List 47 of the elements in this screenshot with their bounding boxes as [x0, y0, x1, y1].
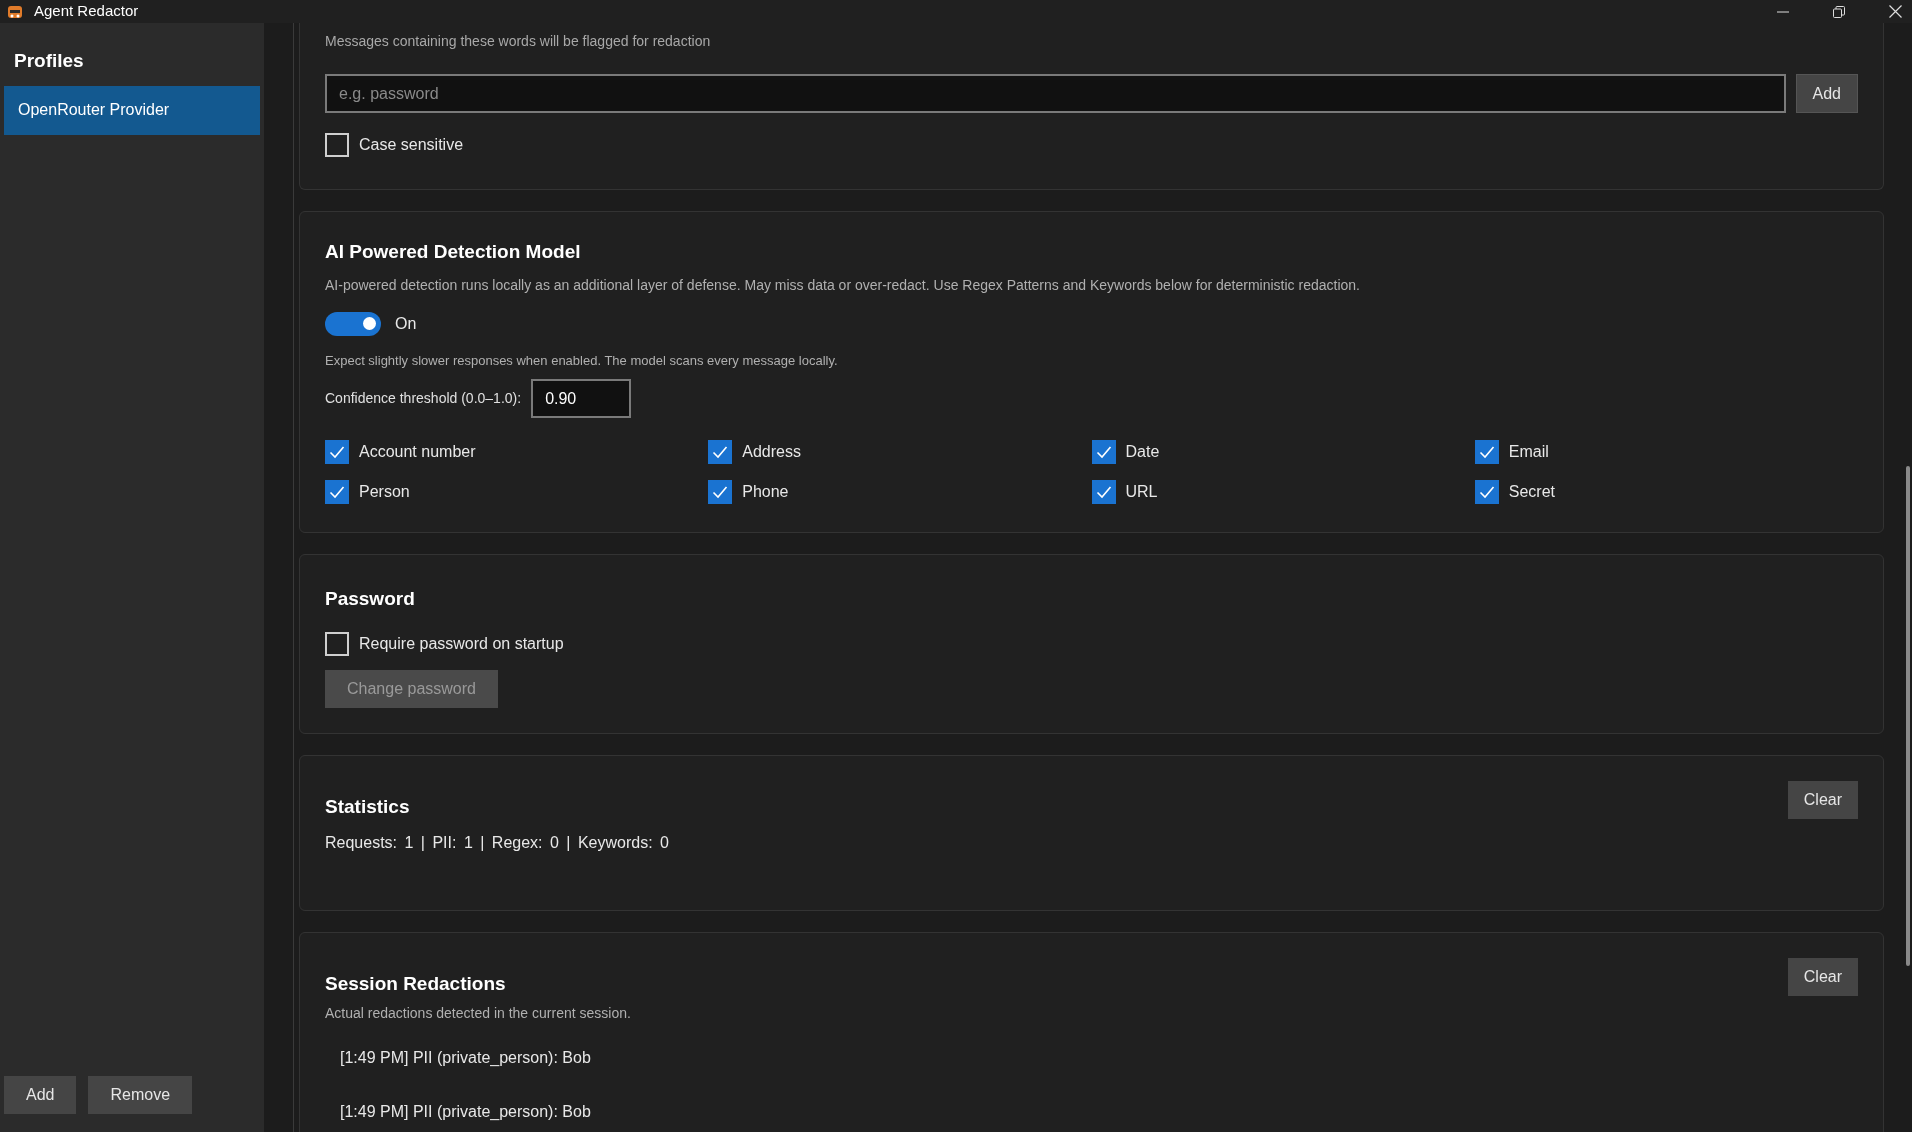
checkbox[interactable]	[325, 133, 349, 157]
add-button[interactable]: Add	[4, 1076, 77, 1114]
window-title: Agent Redactor	[34, 1, 139, 22]
threshold-label: Confidence threshold (0.0–1.0):	[325, 389, 522, 408]
restore-icon[interactable]	[1833, 5, 1845, 18]
checkbox-label: Require password on startup	[359, 633, 564, 654]
checkbox-label: Address	[742, 442, 801, 462]
note-text: Expect slightly slower responses when enabled. The model scans every message locally.	[325, 351, 839, 370]
checkbox-label: URL	[1125, 482, 1158, 502]
checkbox-label: Secret	[1508, 482, 1555, 502]
checkbox-label: Account number	[359, 442, 476, 462]
checkbox-label: Case sensitive	[359, 135, 464, 155]
redaction-entry[interactable]: [1:49 PM] PII (private_person): Bob	[340, 1099, 1858, 1124]
checkbox[interactable]	[1091, 440, 1116, 464]
section-heading: AI Powered Detection Model	[325, 240, 582, 264]
statistics-summary: Requests: 1 | PII: 1 | Regex: 0 | Keywords: 0	[325, 833, 670, 853]
checkbox-label: Phone	[742, 482, 789, 502]
description-text: AI-powered detection runs locally as an additional layer of defense. May miss data or over-redact. Use Regex Patterns and Keywords below for deterministic redaction.	[325, 275, 1361, 295]
description-text: Actual redactions detected in the current session.	[325, 1003, 632, 1023]
close-icon[interactable]	[1889, 5, 1902, 18]
checkbox[interactable]	[708, 440, 733, 464]
remove-button[interactable]: Remove	[88, 1076, 193, 1114]
description-text: Messages containing these words will be flagged for redaction	[325, 32, 712, 51]
checkbox[interactable]	[1474, 480, 1499, 504]
checkbox[interactable]	[325, 480, 349, 504]
redaction-entry[interactable]: [1:49 PM] PII (private_person): Bob	[340, 1045, 1858, 1070]
clear-button[interactable]: Clear	[1787, 780, 1858, 819]
checkbox[interactable]	[325, 631, 349, 656]
sidebar-title: Profiles	[14, 49, 85, 73]
profile-item[interactable]: OpenRouter Provider	[4, 85, 260, 135]
checkbox[interactable]	[708, 480, 733, 504]
checkbox[interactable]	[325, 440, 349, 464]
scrollbar[interactable]	[1906, 466, 1910, 966]
checkbox-label: Date	[1125, 442, 1160, 462]
section-heading: Session Redactions	[325, 972, 506, 996]
checkbox[interactable]	[1091, 480, 1116, 504]
checkbox[interactable]	[1474, 440, 1499, 464]
checkbox-label: Person	[359, 482, 410, 502]
clear-button[interactable]: Clear	[1787, 958, 1858, 996]
section-heading: Password	[325, 587, 416, 611]
add-button[interactable]: Add	[1795, 74, 1858, 113]
keyword-input-field[interactable]: e.g. password	[325, 74, 1786, 113]
section-heading: Statistics	[325, 794, 410, 819]
checkbox-label: Email	[1508, 442, 1549, 462]
toggle-switch[interactable]	[325, 311, 381, 336]
threshold-input-field[interactable]: 0.90	[531, 379, 632, 418]
toggle-label: On	[395, 313, 417, 334]
